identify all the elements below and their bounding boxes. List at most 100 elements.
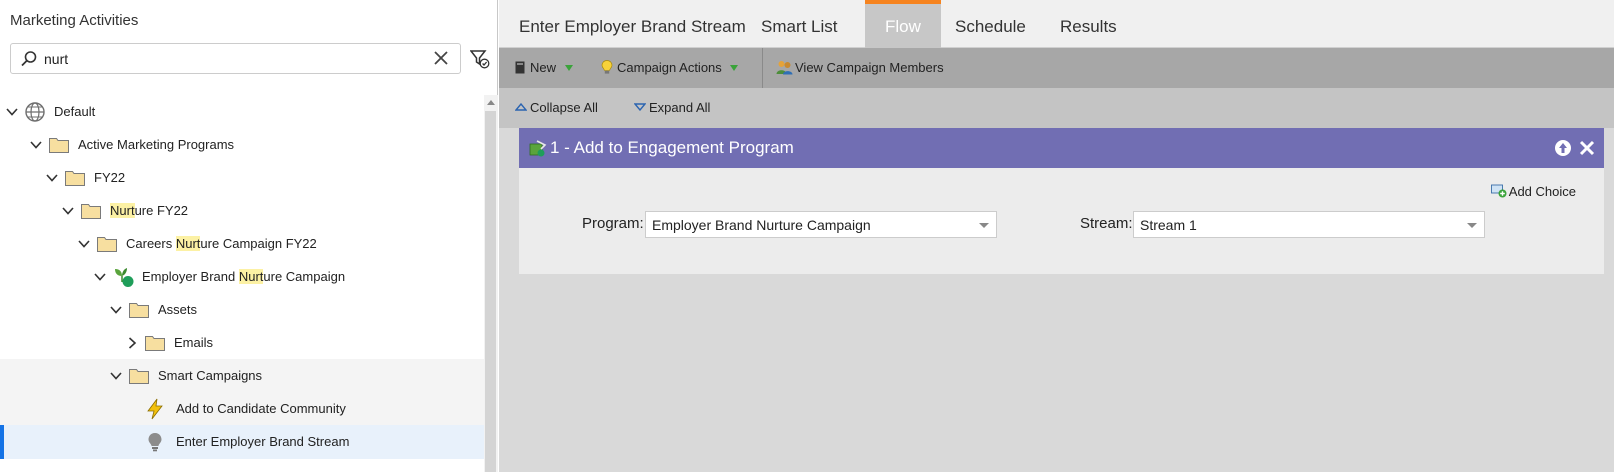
view-campaign-members-button[interactable]: View Campaign Members (776, 48, 944, 88)
main-toolbar: New Campaign Actions View Campaign Membe… (499, 48, 1614, 88)
move-up-icon[interactable] (1554, 139, 1572, 157)
search-box[interactable] (10, 43, 461, 74)
tree-node-label: FY22 (94, 170, 126, 185)
expand-arrow-icon (634, 103, 646, 111)
program-select[interactable]: Employer Brand Nurture Campaign (645, 211, 997, 238)
app-root: Marketing Activities nurt Default Active… (0, 0, 1614, 472)
campaign-actions-label: Campaign Actions (617, 60, 722, 75)
stream-select-value: Stream 1 (1140, 217, 1197, 233)
folder-icon (129, 303, 149, 318)
tab-campaign-name[interactable]: Enter Employer Brand Stream (499, 0, 766, 48)
chevron-down-icon[interactable] (93, 270, 107, 284)
activity-tree: Default Active Marketing Programs FY22 N… (0, 95, 484, 472)
search-icon (21, 51, 37, 67)
tree-node-label: Employer Brand Nurture Campaign (142, 269, 345, 284)
lightning-icon (147, 398, 163, 420)
tree-node-active-marketing-programs[interactable]: Active Marketing Programs (0, 128, 484, 162)
chevron-right-icon[interactable] (125, 336, 139, 350)
filter-icon[interactable] (470, 49, 490, 69)
label-prefix: Employer Brand (142, 269, 239, 284)
tab-results[interactable]: Results (1040, 0, 1137, 48)
search-match-highlight: Nurt (175, 236, 201, 251)
globe-icon (25, 102, 45, 122)
tree-node-label: Add to Candidate Community (176, 401, 346, 416)
dropdown-caret-icon (1467, 223, 1477, 228)
chevron-down-icon[interactable] (45, 171, 59, 185)
folder-icon (97, 237, 117, 252)
lightbulb-icon (148, 433, 162, 452)
collapse-all-label: Collapse All (530, 100, 598, 115)
new-button[interactable]: New (515, 48, 573, 88)
stream-label: Stream: (1080, 215, 1133, 232)
tree-node-label: Careers Nurture Campaign FY22 (126, 236, 317, 251)
tree-node-label: Assets (158, 302, 198, 317)
folder-icon (145, 336, 165, 351)
expand-all-label: Expand All (649, 100, 711, 115)
chevron-down-icon[interactable] (29, 138, 43, 152)
tree-node-default[interactable]: Default (0, 95, 484, 129)
scrollbar-thumb[interactable] (485, 111, 496, 472)
dropdown-arrow-icon (730, 65, 739, 71)
chevron-down-icon[interactable] (77, 237, 91, 251)
label-suffix: ure Campaign FY22 (200, 236, 317, 251)
tab-smart-list[interactable]: Smart List (741, 0, 858, 48)
tree-node-careers-nurture-campaign-fy22[interactable]: Careers Nurture Campaign FY22 (0, 227, 484, 261)
new-button-label: New (530, 60, 557, 75)
collapse-arrow-icon (515, 103, 527, 111)
chevron-down-icon[interactable] (109, 303, 123, 317)
lightbulb-icon (601, 60, 613, 74)
folder-icon (65, 171, 85, 186)
add-choice-icon (1490, 184, 1507, 198)
tab-schedule[interactable]: Schedule (935, 0, 1046, 48)
marketing-activities-panel: Marketing Activities nurt Default Active… (0, 0, 498, 472)
tree-node-enter-employer-brand-stream[interactable]: Enter Employer Brand Stream (0, 425, 484, 459)
expand-all-button[interactable]: Expand All (634, 88, 710, 128)
document-icon (515, 61, 525, 74)
tab-label: Enter Employer Brand Stream (519, 17, 746, 36)
tab-label: Flow (885, 17, 921, 36)
chevron-down-icon[interactable] (5, 105, 19, 119)
clear-search-icon[interactable] (432, 49, 450, 67)
label-suffix: ure Campaign (263, 269, 346, 284)
folder-icon (81, 204, 101, 219)
scroll-up-arrow-icon[interactable] (487, 100, 495, 105)
tab-bar: Enter Employer Brand Stream Smart List F… (499, 0, 1614, 48)
close-icon[interactable] (1579, 140, 1595, 156)
add-choice-label: Add Choice (1508, 184, 1576, 199)
engagement-program-icon (529, 140, 547, 157)
tree-node-label: Smart Campaigns (158, 368, 263, 383)
tree-node-add-to-candidate-community[interactable]: Add to Candidate Community (0, 392, 484, 426)
label-prefix: Careers (126, 236, 176, 251)
tab-label: Results (1060, 17, 1117, 36)
chevron-down-icon[interactable] (61, 204, 75, 218)
tree-node-emails[interactable]: Emails (0, 326, 484, 360)
tab-label: Schedule (955, 17, 1026, 36)
collapse-all-button[interactable]: Collapse All (515, 88, 598, 128)
tab-label: Smart List (761, 17, 838, 36)
campaign-actions-button[interactable]: Campaign Actions (601, 48, 739, 88)
program-label: Program: (582, 215, 644, 232)
nurture-program-icon (115, 268, 134, 287)
active-tab-indicator (865, 0, 941, 4)
tree-node-assets[interactable]: Assets (0, 293, 484, 327)
add-choice-button[interactable]: Add Choice (1490, 184, 1576, 199)
campaign-workspace: Enter Employer Brand Stream Smart List F… (499, 0, 1614, 472)
tab-flow[interactable]: Flow (865, 0, 941, 48)
stream-select[interactable]: Stream 1 (1133, 211, 1485, 238)
tree-node-label: Emails (174, 335, 214, 350)
selection-indicator (0, 425, 4, 459)
tree-scrollbar[interactable] (484, 95, 498, 472)
tree-node-employer-brand-nurture-campaign[interactable]: Employer Brand Nurture Campaign (0, 260, 484, 294)
toolbar-divider (762, 48, 763, 88)
panel-title: Marketing Activities (10, 12, 139, 29)
dropdown-caret-icon (979, 223, 989, 228)
flow-step-header[interactable]: 1 - Add to Engagement Program (519, 128, 1604, 168)
search-input[interactable] (44, 50, 404, 68)
program-select-value: Employer Brand Nurture Campaign (652, 217, 871, 233)
folder-icon (129, 369, 149, 384)
tree-node-fy22[interactable]: FY22 (0, 161, 484, 195)
search-match-highlight: Nurt (110, 203, 135, 218)
chevron-down-icon[interactable] (109, 369, 123, 383)
tree-node-nurture-fy22[interactable]: Nurture FY22 (0, 194, 484, 228)
tree-node-smart-campaigns[interactable]: Smart Campaigns (0, 359, 484, 393)
